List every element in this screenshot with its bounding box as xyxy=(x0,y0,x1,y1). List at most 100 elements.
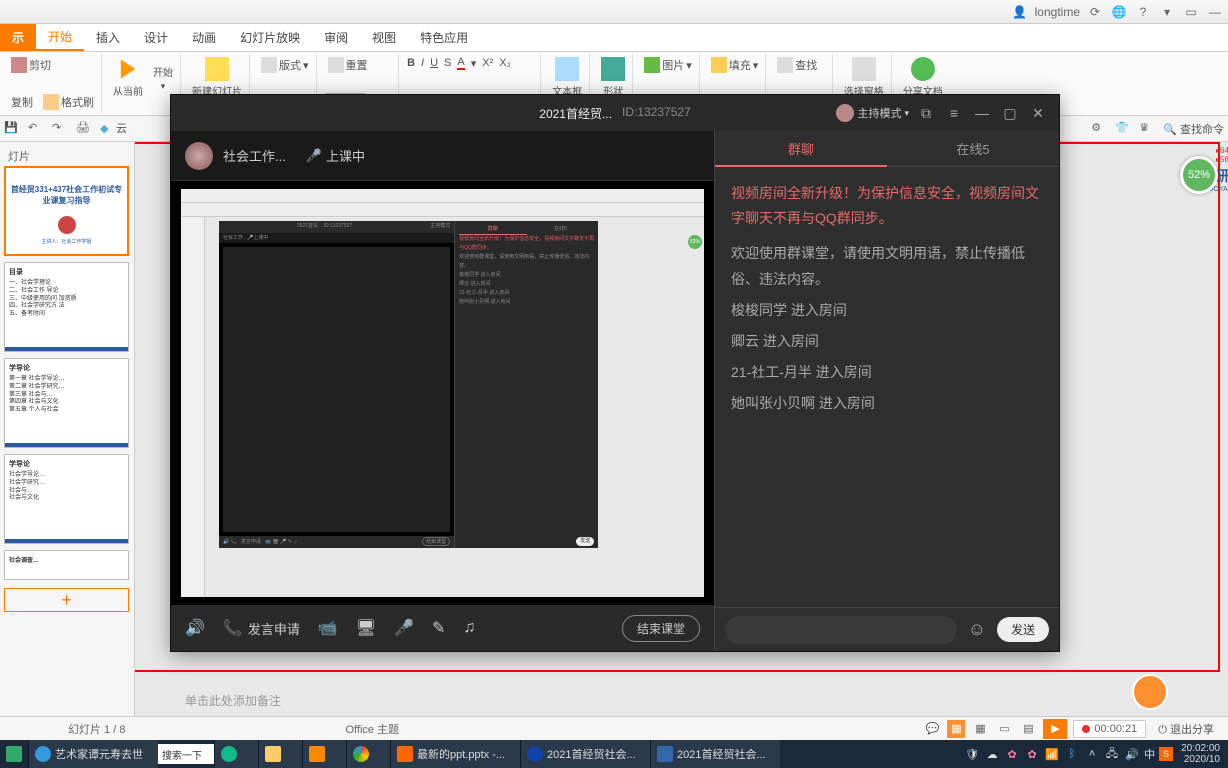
close-icon[interactable]: ✕ xyxy=(1027,102,1049,124)
bold-button[interactable]: B xyxy=(407,57,415,69)
restore-window-icon[interactable]: ▭ xyxy=(1182,3,1200,21)
recording-timer[interactable]: 00:00:21 xyxy=(1073,720,1146,738)
tray-chevron-icon[interactable]: ˄ xyxy=(1084,746,1100,762)
tab-slideshow[interactable]: 幻灯片放映 xyxy=(228,24,312,51)
tray-bt-icon[interactable]: ᛒ xyxy=(1064,746,1080,762)
tab-review[interactable]: 审阅 xyxy=(312,24,360,51)
tab-start[interactable]: 开始 xyxy=(36,24,84,51)
cut-button[interactable]: 剪切 xyxy=(8,56,97,74)
host-mode-badge[interactable]: 主持模式▾ xyxy=(836,104,909,122)
slide-thumb-4[interactable]: 学导论 社会学导论…社会学研究…社会与…社会与文化 xyxy=(4,454,129,544)
tab-design[interactable]: 设计 xyxy=(132,24,180,51)
tab-online-users[interactable]: 在线5 xyxy=(887,131,1059,167)
taskbar-qq-1[interactable]: 2021首经贸社会... xyxy=(520,740,650,768)
slideshow-button[interactable]: ▶ xyxy=(1043,719,1067,739)
copy-button[interactable]: 复制 xyxy=(8,93,36,111)
tray-app1-icon[interactable]: ✿ xyxy=(1004,746,1020,762)
cloud-sync-icon[interactable]: ⟳ xyxy=(1086,3,1104,21)
layout-button[interactable]: 版式▾ xyxy=(258,56,312,74)
taskbar-store[interactable] xyxy=(302,740,346,768)
close-window-icon[interactable]: — xyxy=(1206,3,1224,21)
tray-vol-icon[interactable]: 🔊 xyxy=(1124,746,1140,762)
print-icon[interactable]: 🖨 xyxy=(76,121,92,137)
italic-button[interactable]: I xyxy=(421,57,424,69)
tray-cloud-icon[interactable]: ☁ xyxy=(984,746,1000,762)
highlight-button[interactable]: ▾ xyxy=(471,57,477,70)
menu-icon[interactable]: ≡ xyxy=(943,102,965,124)
notes-placeholder[interactable]: 单击此处添加备注 xyxy=(185,692,1208,710)
maximize-icon[interactable]: ▢ xyxy=(999,102,1021,124)
sorter-view-icon[interactable]: ▦ xyxy=(971,720,989,738)
superscript-button[interactable]: X² xyxy=(482,57,493,69)
play-from-current-button[interactable]: 从当前 xyxy=(110,56,146,99)
speaker-button[interactable]: 🔊 xyxy=(185,618,205,638)
font-color-button[interactable]: A xyxy=(457,56,464,70)
music-button[interactable]: ♫ xyxy=(463,619,475,637)
talk-request-button[interactable]: 📞发言申请 xyxy=(223,618,300,638)
camera-button[interactable]: 📹 xyxy=(318,618,338,638)
tab-present[interactable]: 示 xyxy=(0,24,36,51)
minimize-icon[interactable]: — xyxy=(971,102,993,124)
picture-button[interactable]: 图片▾ xyxy=(641,56,695,74)
reading-view-icon[interactable]: ▭ xyxy=(995,720,1013,738)
popout-icon[interactable]: ⧉ xyxy=(915,102,937,124)
fill-button[interactable]: 填充▾ xyxy=(708,56,762,74)
end-class-button[interactable]: 结束课堂 xyxy=(622,615,700,642)
taskbar-qq-2[interactable]: 2021首经贸社会... xyxy=(650,740,780,768)
taskbar-search[interactable]: 搜索一下 xyxy=(158,744,214,764)
whiteboard-button[interactable]: ✎ xyxy=(432,618,445,638)
chat-text-input[interactable] xyxy=(725,616,957,644)
taskbar-clock[interactable]: 20:02:002020/10 xyxy=(1177,743,1224,765)
screenshare-button[interactable]: 🖥 xyxy=(356,618,376,638)
taskbar-edge[interactable] xyxy=(214,740,258,768)
emoji-button[interactable]: ☺ xyxy=(965,618,989,642)
add-slide-button[interactable]: + xyxy=(4,588,129,612)
globe-icon[interactable]: 🌐 xyxy=(1110,3,1128,21)
tab-special[interactable]: 特色应用 xyxy=(408,24,480,51)
slide-thumb-2[interactable]: 目录 一、社会学理论二、社会工作 导论三、中级使用的问 加资质四、社会学研究方 … xyxy=(4,262,129,352)
strike-button[interactable]: S xyxy=(444,57,451,69)
save-icon[interactable]: 💾 xyxy=(4,121,20,137)
taskbar-explorer[interactable] xyxy=(258,740,302,768)
taskbar-wps[interactable]: 最新的ppt.pptx -... xyxy=(390,740,520,768)
skin-icon[interactable]: 👕 xyxy=(1115,121,1131,137)
underline-button[interactable]: U xyxy=(430,57,438,69)
send-button[interactable]: 发送 xyxy=(997,617,1049,642)
chevron-down-icon[interactable]: ▾ xyxy=(1158,3,1176,21)
start-button[interactable] xyxy=(0,740,28,768)
normal-view-icon[interactable]: ▦ xyxy=(947,720,965,738)
slide-thumb-5[interactable]: 社会调查… xyxy=(4,550,129,580)
tray-shield-icon[interactable]: 🛡 xyxy=(964,746,980,762)
find-button[interactable]: 查找 xyxy=(774,56,828,74)
exit-share-button[interactable]: ⏻ 退出分享 xyxy=(1152,719,1220,739)
taskbar-chrome[interactable] xyxy=(346,740,390,768)
tray-app2-icon[interactable]: ✿ xyxy=(1024,746,1040,762)
slide-thumb-1[interactable]: 首经贸331+437社会工作初试专业课复习指导 主讲人：社会工作学姐 xyxy=(4,166,129,256)
format-painter-button[interactable]: 格式刷 xyxy=(40,93,97,111)
slide-thumb-3[interactable]: 学导论 第一章 社会学导论…第二章 社会学研究…第三章 社会与…第四章 社会与文… xyxy=(4,358,129,448)
tab-insert[interactable]: 插入 xyxy=(84,24,132,51)
tray-wifi-icon[interactable]: 📶 xyxy=(1044,746,1060,762)
vip-icon[interactable]: ♛ xyxy=(1139,121,1155,137)
ime-sogou-icon[interactable]: S xyxy=(1159,747,1173,761)
notes-view-icon[interactable]: ▤ xyxy=(1019,720,1037,738)
share-doc-button[interactable]: 分享文档 xyxy=(900,56,946,99)
play-from-begin-button[interactable]: 开始▾ xyxy=(150,63,176,93)
subscript-button[interactable]: X₂ xyxy=(499,57,511,69)
tab-animation[interactable]: 动画 xyxy=(180,24,228,51)
help-icon[interactable]: ? xyxy=(1134,3,1152,21)
user-avatar[interactable]: 👤 xyxy=(1011,3,1029,21)
select-pane-button[interactable]: 选择窗格 xyxy=(841,56,887,99)
reset-button[interactable]: 重置 xyxy=(325,56,395,74)
mic-button[interactable]: 🎤 xyxy=(394,618,414,638)
chat-message-list[interactable]: 视频房间全新升级！为保护信息安全，视频房间文字聊天不再与QQ群同步。 欢迎使用群… xyxy=(715,167,1059,607)
undo-icon[interactable]: ↶ xyxy=(28,121,44,137)
find-command[interactable]: 🔍 查找命令 xyxy=(1163,121,1224,137)
tab-group-chat[interactable]: 群聊 xyxy=(715,131,887,167)
gear-icon[interactable]: ⚙ xyxy=(1091,121,1107,137)
ime-indicator[interactable]: 中 xyxy=(1144,746,1155,762)
comments-icon[interactable]: 💬 xyxy=(923,720,941,738)
cloud-service[interactable]: ◆云 xyxy=(100,120,127,138)
tab-view[interactable]: 视图 xyxy=(360,24,408,51)
taskbar-ie[interactable]: 艺术家谭元寿去世 xyxy=(28,740,158,768)
